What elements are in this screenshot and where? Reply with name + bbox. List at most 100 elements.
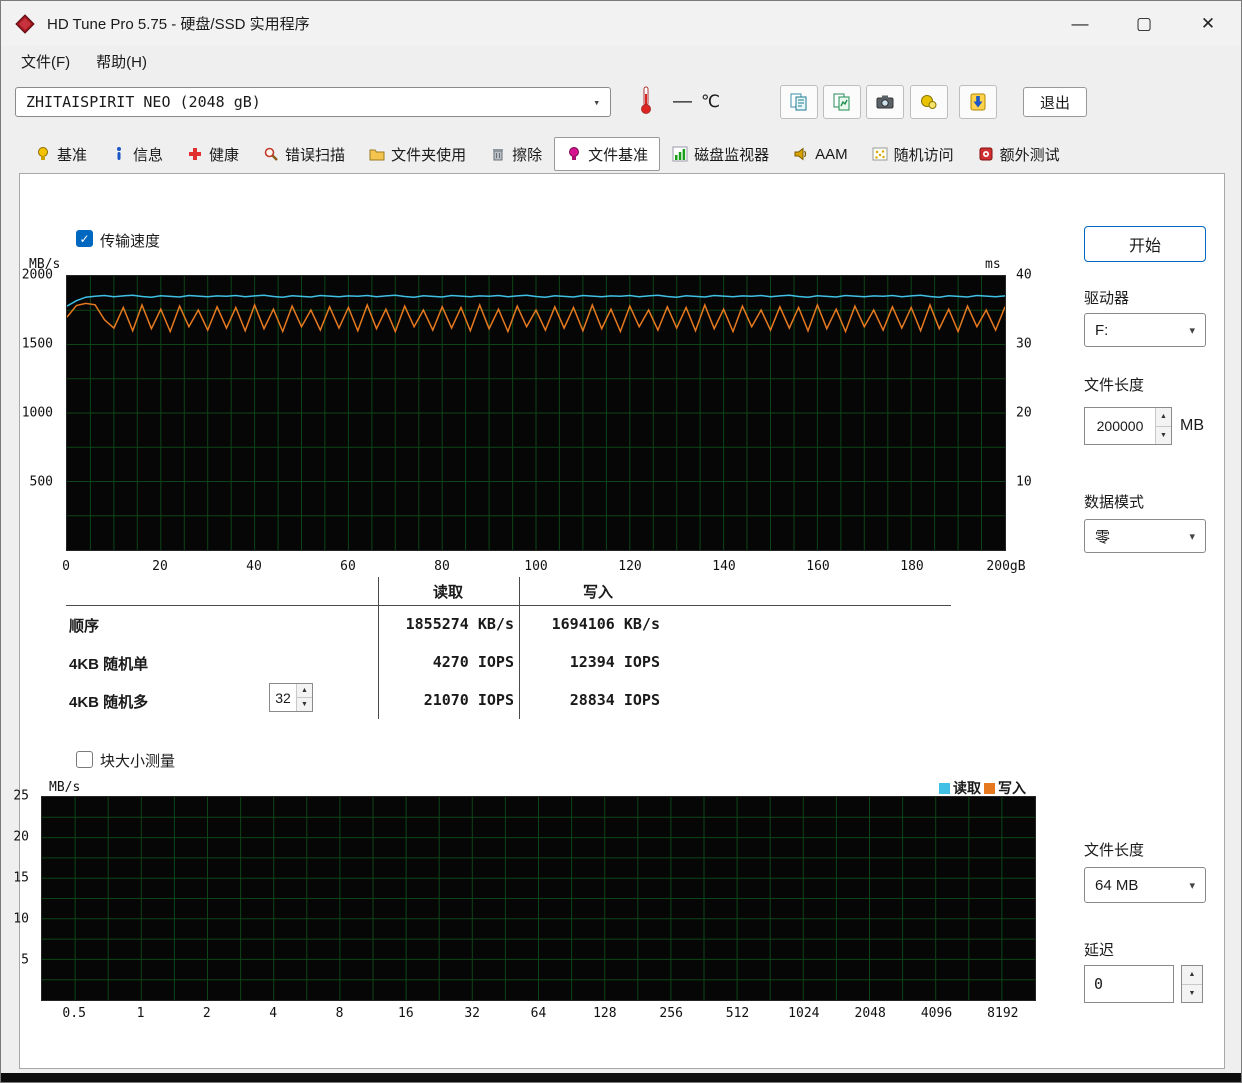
file-length-down-button[interactable]: ▼ [1156, 427, 1171, 445]
4k-single-write-value: 12394 IOPS [523, 653, 660, 671]
axis-tick-label: 1500 [22, 337, 53, 352]
exit-button[interactable]: 退出 [1023, 87, 1087, 117]
delay-down-button[interactable]: ▼ [1182, 985, 1202, 1003]
table-divider-vertical-1 [378, 577, 379, 719]
hd-tune-logo-icon [15, 14, 35, 34]
copy-image-button[interactable] [823, 85, 861, 119]
tab-error-scan[interactable]: 错误扫描 [251, 137, 357, 171]
copy-image-icon [832, 92, 852, 112]
data-mode-value: 零 [1095, 526, 1110, 547]
save-icon [968, 92, 988, 112]
axis-tick-label: 8192 [987, 1006, 1018, 1021]
queue-depth-value: 32 [270, 684, 296, 711]
thermometer-icon [639, 85, 653, 115]
axis-tick-label: 2 [203, 1006, 211, 1021]
random-access-icon [872, 146, 888, 162]
window-bottom-edge [1, 1073, 1241, 1082]
tab-benchmark[interactable]: 基准 [23, 137, 99, 171]
tab-info[interactable]: 信息 [99, 137, 175, 171]
tab-extra-tests[interactable]: 额外测试 [966, 137, 1072, 171]
options-icon [919, 92, 939, 112]
axis-tick-label: 2048 [855, 1006, 886, 1021]
axis-tick-label: 1024 [788, 1006, 819, 1021]
drive-letter-value: F: [1095, 322, 1108, 339]
file-length-up-button[interactable]: ▲ [1156, 408, 1171, 427]
title-bar: HD Tune Pro 5.75 - 硬盘/SSD 实用程序 — ▢ ✕ [1, 1, 1241, 46]
axis-tick-label: 20 [1016, 406, 1032, 421]
tab-random-access[interactable]: 随机访问 [860, 137, 966, 171]
transfer-chart-x-axis: 020406080100120140160180200gB [66, 557, 1007, 577]
axis-tick-label: 256 [659, 1006, 682, 1021]
delay-value: 0 [1085, 975, 1173, 993]
speaker-icon [793, 146, 809, 162]
sequential-write-value: 1694106 KB/s [523, 615, 660, 633]
row-label-4k-multi: 4KB 随机多 [69, 691, 148, 712]
block-chart-y-axis: 252015105 [1, 796, 35, 1001]
axis-tick-label: 10 [13, 912, 29, 927]
copy-text-button[interactable] [780, 85, 818, 119]
tab-file-benchmark[interactable]: 文件基准 [554, 137, 660, 171]
start-button[interactable]: 开始 [1084, 226, 1206, 262]
block-file-length-value: 64 MB [1095, 877, 1138, 894]
tab-health[interactable]: 健康 [175, 137, 251, 171]
delay-up-button[interactable]: ▲ [1182, 966, 1202, 985]
sequential-read-value: 1855274 KB/s [381, 615, 514, 633]
tab-bar: 基准信息健康错误扫描文件夹使用擦除文件基准磁盘监视器AAM随机访问额外测试 [23, 137, 1072, 171]
block-file-length-combobox[interactable]: 64 MB ▾ [1084, 867, 1206, 903]
chevron-down-icon: ▾ [1189, 324, 1195, 337]
maximize-button[interactable]: ▢ [1112, 2, 1176, 46]
axis-tick-label: 80 [434, 559, 450, 574]
axis-tick-label: 20 [152, 559, 168, 574]
axis-tick-label: 25 [13, 789, 29, 804]
tab-erase[interactable]: 擦除 [478, 137, 554, 171]
axis-tick-label: 2000 [22, 268, 53, 283]
disk-monitor-icon [672, 146, 688, 162]
write-legend-label: 写入 [998, 778, 1026, 798]
read-legend-swatch [939, 783, 950, 794]
block-size-chart-svg [42, 797, 1035, 1000]
tab-folder-usage[interactable]: 文件夹使用 [357, 137, 478, 171]
queue-depth-down-button[interactable]: ▼ [297, 698, 312, 711]
block-size-checkbox[interactable]: ✓ [76, 751, 93, 768]
drive-combobox[interactable]: ZHITAISPIRIT NEO (2048 gB) ▾ [15, 87, 611, 117]
drive-letter-combobox[interactable]: F: ▾ [1084, 313, 1206, 347]
axis-tick-label: 16 [398, 1006, 414, 1021]
check-icon: ✓ [79, 232, 89, 246]
write-column-header: 写入 [523, 581, 673, 602]
axis-tick-label: 15 [13, 871, 29, 886]
menu-help[interactable]: 帮助(H) [88, 48, 155, 75]
tab-disk-monitor[interactable]: 磁盘监视器 [660, 137, 781, 171]
menu-file[interactable]: 文件(F) [13, 48, 78, 75]
block-chart-y-unit-label: MB/s [49, 780, 80, 795]
queue-depth-spinner[interactable]: 32 ▲ ▼ [269, 683, 313, 712]
delay-spinner[interactable]: ▲ ▼ [1181, 965, 1203, 1003]
axis-tick-label: 10 [1016, 475, 1032, 490]
info-icon [111, 146, 127, 162]
axis-tick-label: 32 [464, 1006, 480, 1021]
delay-input[interactable]: 0 [1084, 965, 1174, 1003]
y2-axis-unit-label: ms [985, 257, 1001, 272]
tab-aam[interactable]: AAM [781, 137, 860, 171]
options-button[interactable] [910, 85, 948, 119]
row-label-4k-single: 4KB 随机单 [69, 653, 148, 674]
save-button[interactable] [959, 85, 997, 119]
queue-depth-up-button[interactable]: ▲ [297, 684, 312, 698]
transfer-speed-chart-svg [67, 276, 1005, 550]
data-mode-combobox[interactable]: 零 ▾ [1084, 519, 1206, 553]
axis-tick-label: 100 [524, 559, 547, 574]
transfer-chart-y2-axis: 40302010 [1011, 275, 1055, 551]
file-length-input[interactable]: 200000 ▲ ▼ [1084, 407, 1172, 445]
4k-multi-read-value: 21070 IOPS [381, 691, 514, 709]
drive-combobox-value: ZHITAISPIRIT NEO (2048 gB) [26, 93, 261, 111]
transfer-speed-chart [66, 275, 1006, 551]
row-label-sequential: 顺序 [69, 615, 99, 636]
transfer-chart-y-axis: 200015001000500 [1, 275, 59, 551]
file-benchmark-icon [566, 146, 582, 162]
minimize-button[interactable]: — [1048, 2, 1112, 46]
close-button[interactable]: ✕ [1176, 2, 1240, 46]
camera-icon [875, 92, 895, 112]
block-file-length-label: 文件长度 [1084, 839, 1144, 860]
axis-tick-label: 0 [62, 559, 70, 574]
screenshot-button[interactable] [866, 85, 904, 119]
transfer-speed-checkbox[interactable]: ✓ [76, 230, 93, 247]
